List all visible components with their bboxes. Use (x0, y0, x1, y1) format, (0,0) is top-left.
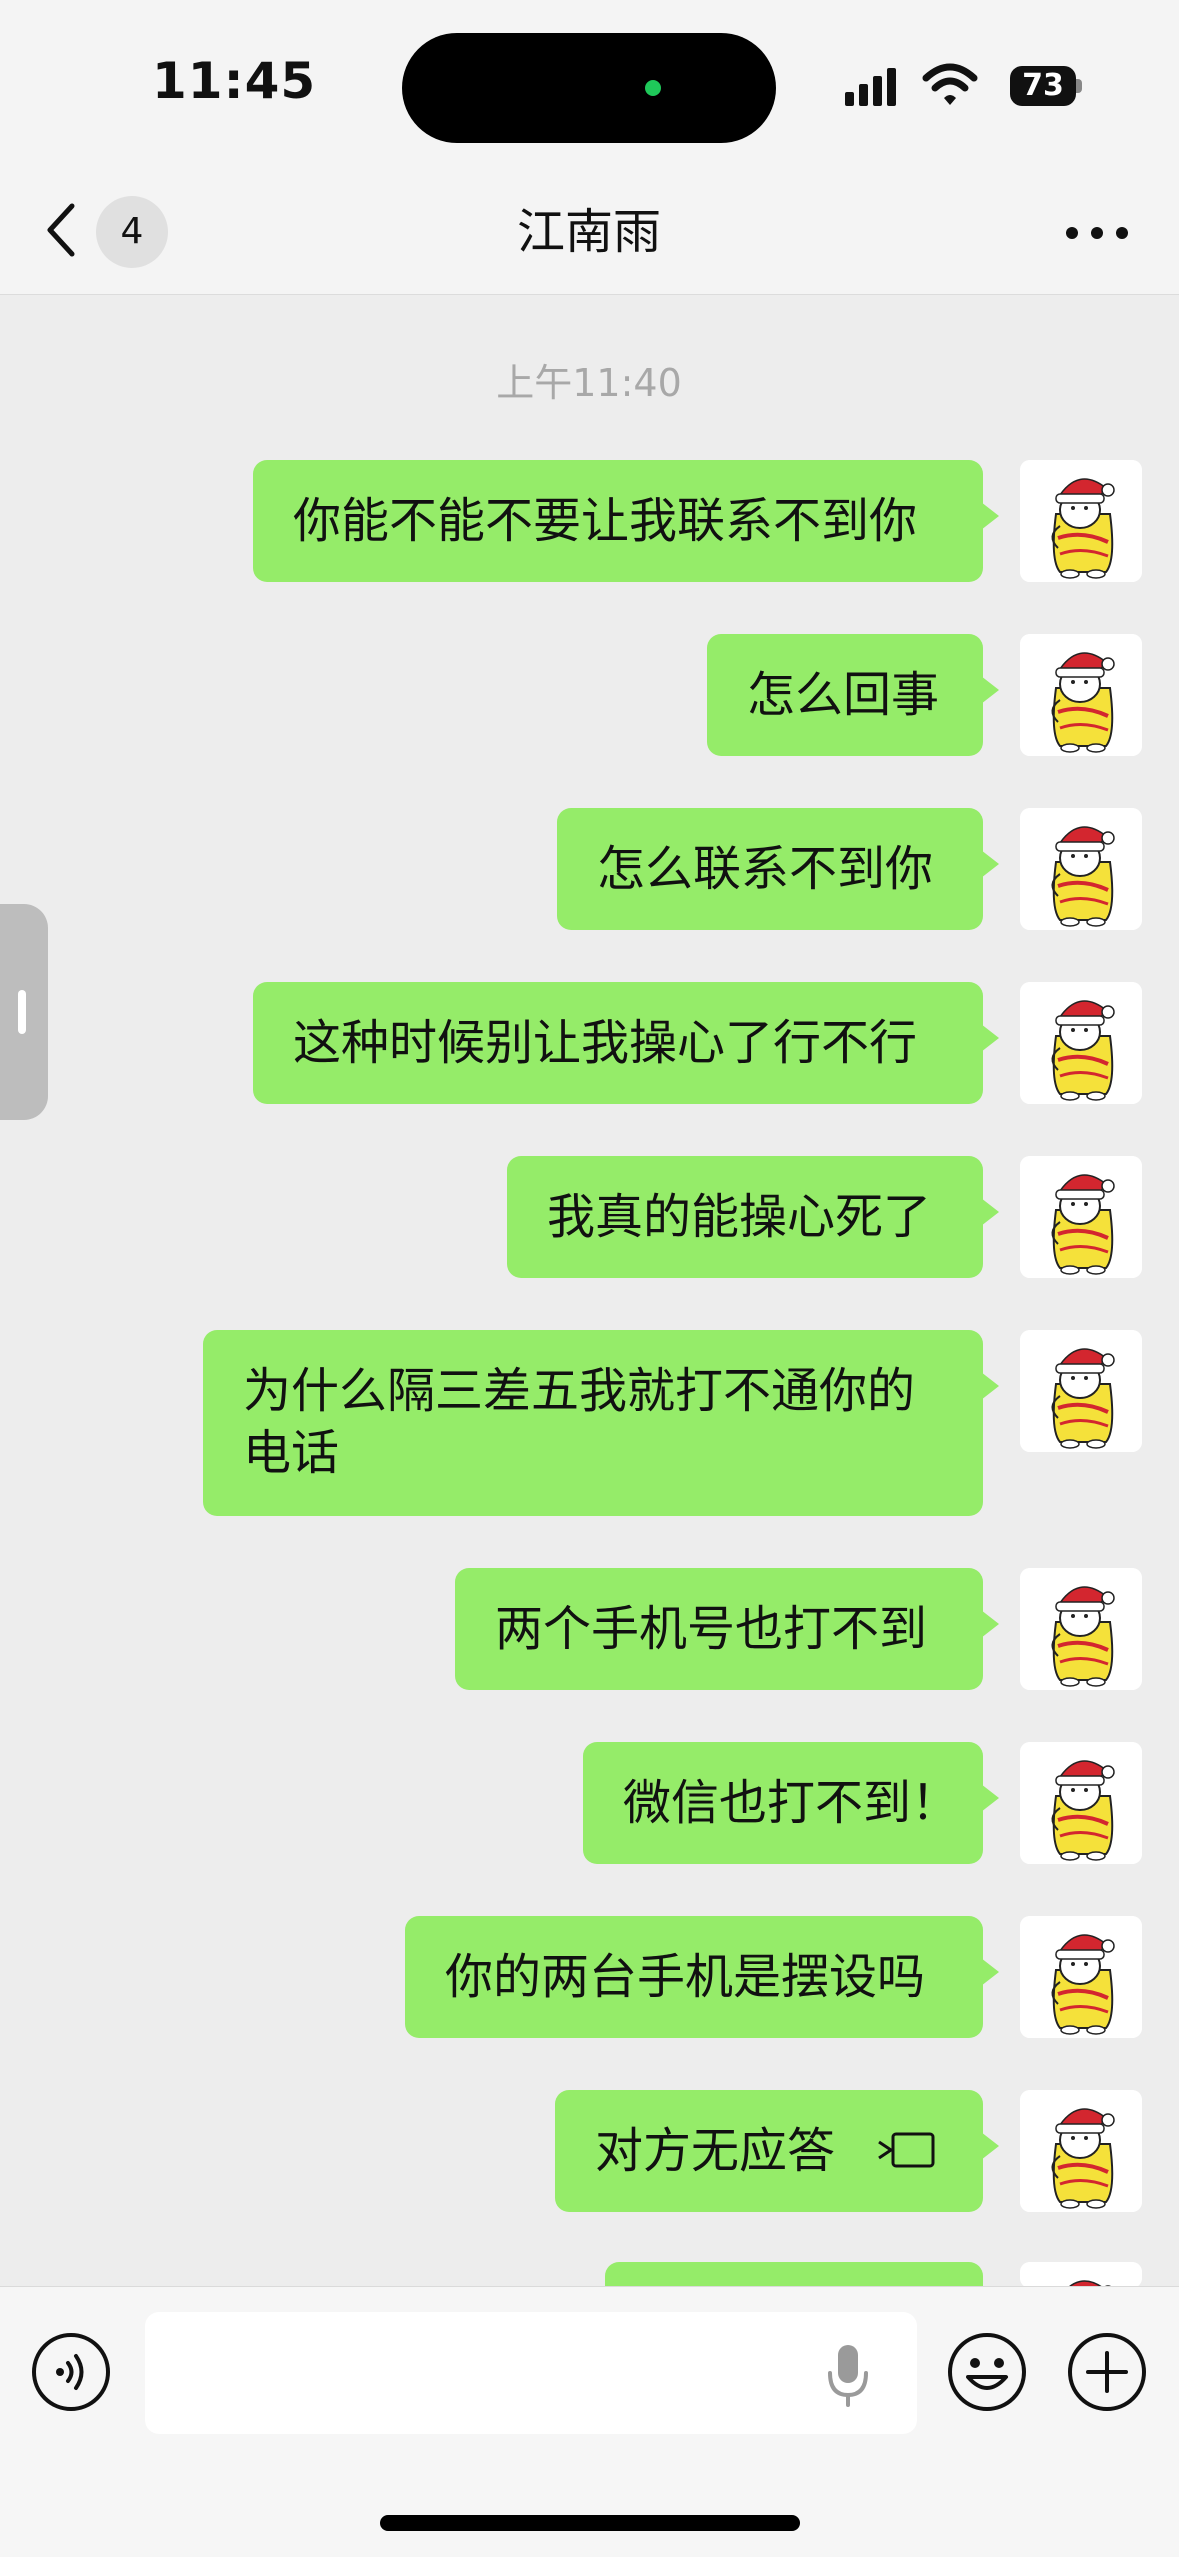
user-avatar[interactable] (1020, 1916, 1142, 2038)
home-indicator[interactable] (380, 2515, 800, 2531)
dynamic-island (402, 33, 776, 143)
user-avatar[interactable] (1020, 808, 1142, 930)
user-avatar[interactable] (1020, 982, 1142, 1104)
chat-header: 4 江南雨 (0, 170, 1179, 295)
message-input[interactable] (145, 2312, 917, 2434)
unread-count-badge[interactable]: 4 (96, 196, 168, 268)
user-avatar[interactable] (1020, 1568, 1142, 1690)
wifi-icon (922, 63, 978, 105)
call-status-bubble[interactable]: 对方无应答 (555, 2090, 999, 2212)
user-avatar[interactable] (1020, 2090, 1142, 2212)
message-timestamp: 上午11:40 (496, 361, 682, 405)
battery-tip (1076, 79, 1082, 93)
voice-input-button[interactable] (30, 2331, 112, 2413)
video-call-icon (878, 2132, 935, 2168)
user-avatar[interactable] (1020, 1742, 1142, 1864)
more-options-icon[interactable] (1062, 218, 1132, 248)
input-toolbar (0, 2286, 1179, 2557)
message-bubble[interactable]: 怎么回事 (707, 634, 999, 756)
more-functions-button[interactable] (1066, 2331, 1148, 2413)
message-bubble[interactable]: 两个手机号也打不到 (455, 1568, 999, 1690)
chat-title: 江南雨 (516, 204, 661, 260)
user-avatar[interactable] (1020, 2262, 1142, 2288)
message-bubble[interactable]: 为什么隔三差五我就打不通你的电话 (203, 1330, 999, 1516)
back-chevron-icon[interactable] (40, 198, 84, 262)
call-status-text: 对方无应答 (595, 2123, 836, 2179)
message-bubble[interactable]: 我真的能操心死了 (507, 1156, 999, 1278)
user-avatar[interactable] (1020, 1156, 1142, 1278)
user-avatar[interactable] (1020, 460, 1142, 582)
status-bar: 11:45 73 (0, 0, 1179, 170)
battery-level: 73 (1010, 66, 1076, 106)
message-bubble[interactable]: 你的两台手机是摆设吗 (405, 1916, 999, 2038)
message-bubble[interactable]: 微信也打不到！ (583, 1742, 999, 1864)
emoji-button[interactable] (946, 2331, 1028, 2413)
message-bubble[interactable]: 怎么联系不到你 (557, 808, 999, 930)
message-bubble[interactable]: 你能不能不要让我联系不到你 (253, 460, 999, 582)
microphone-icon[interactable] (824, 2343, 872, 2409)
camera-indicator-icon (645, 80, 661, 96)
status-time: 11:45 (152, 52, 317, 110)
side-tab-handle (18, 990, 26, 1034)
message-bubble[interactable]: 这种时候别让我操心了行不行 (253, 982, 999, 1104)
cellular-signal-icon (845, 68, 896, 106)
user-avatar[interactable] (1020, 1330, 1142, 1452)
user-avatar[interactable] (1020, 634, 1142, 756)
side-floating-tab[interactable] (0, 904, 48, 1120)
